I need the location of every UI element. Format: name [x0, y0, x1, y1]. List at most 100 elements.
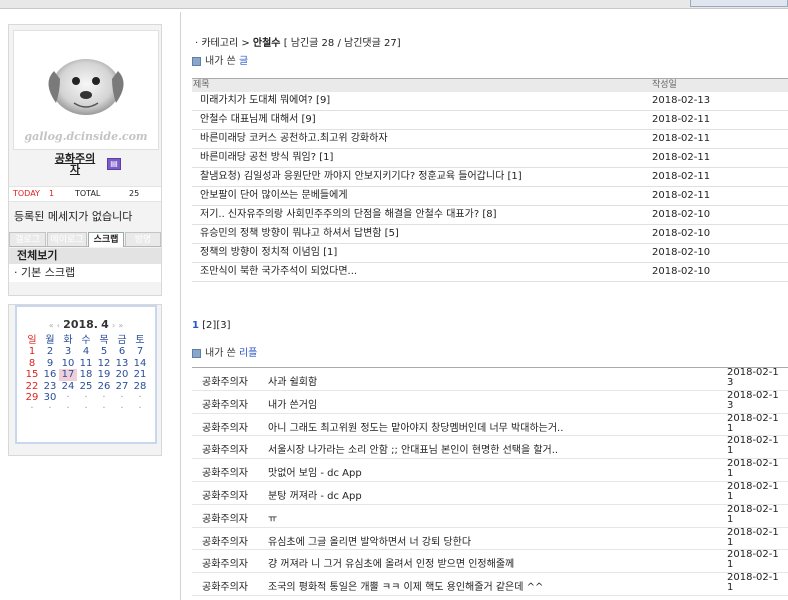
- calendar-day[interactable]: 24: [59, 381, 77, 392]
- calendar-day[interactable]: 16: [41, 369, 59, 380]
- pager: 1 [2][3]: [192, 320, 230, 331]
- table-row: 공화주의자 분탕 꺼져라 - dc App 2018-02-11: [192, 480, 788, 505]
- reply-content-link[interactable]: ㅠ: [268, 510, 277, 525]
- calendar-year: 2018.: [63, 318, 98, 331]
- next-month-button[interactable]: ›: [112, 321, 115, 330]
- calendar-day[interactable]: 20: [113, 369, 131, 380]
- reply-content-link[interactable]: 맛없어 보임 - dc App: [268, 464, 362, 479]
- post-title-link[interactable]: 바른미래당 공천 방식 뭐임? [1]: [200, 149, 333, 167]
- post-title-link[interactable]: 유승민의 정책 방향이 뭐냐고 하셔서 답변함 [5]: [200, 225, 399, 243]
- calendar-day[interactable]: 18: [77, 369, 95, 380]
- calendar-day[interactable]: 19: [95, 369, 113, 380]
- calendar-empty-day: ·: [30, 403, 34, 415]
- post-title-link[interactable]: 조만식이 북한 국가주석이 되었다면...: [200, 263, 357, 281]
- reply-author: 공화주의자: [202, 490, 248, 502]
- tab-scrap[interactable]: 스크랩: [88, 232, 124, 247]
- reply-content-link[interactable]: 유심초에 그글 올리면 발악하면서 너 강퇴 당한다: [268, 533, 471, 548]
- reply-content-link[interactable]: 서울시장 나가라는 소리 안함 ;; 안대표님 본인이 현명한 선택을 할거..: [268, 441, 558, 456]
- tab-guestbook[interactable]: 방명: [125, 232, 161, 246]
- posts-header-date: 작성일: [652, 80, 677, 90]
- calendar-month: 4: [101, 318, 109, 331]
- visit-stats: TODAY 1 TOTAL 25: [9, 186, 161, 202]
- post-title-link[interactable]: 바른미래당 코커스 공천하고.최고위 강화하자: [200, 130, 388, 148]
- calendar-day[interactable]: 21: [131, 369, 149, 380]
- posts-rows: 미래가치가 도대체 뭐에여? [9] 2018-02-13 안철수 대표님께 대해서…: [192, 92, 788, 282]
- reply-content-link[interactable]: 조국의 평화적 통일은 개뿔 ㅋㅋ 이제 핵도 용인해줄거 같은데 ^^: [268, 578, 543, 593]
- calendar-day[interactable]: 3: [59, 346, 77, 357]
- table-row: 공화주의자 조국의 평화적 통일은 개뿔 ㅋㅋ 이제 핵도 용인해줄거 같은데 ^…: [192, 573, 788, 596]
- reply-content-link[interactable]: 내가 쓴거임: [268, 396, 317, 411]
- today-label: TODAY: [13, 189, 40, 198]
- calendar-day[interactable]: 29: [23, 392, 41, 403]
- calendar-day[interactable]: 30: [41, 392, 59, 403]
- tab-maylog[interactable]: 메이로그: [47, 232, 87, 246]
- table-row: 공화주의자 서울시장 나가라는 소리 안함 ;; 안대표님 본인이 현명한 선택을…: [192, 435, 788, 460]
- status-message: 등록된 메세지가 없습니다: [14, 210, 133, 223]
- calendar-empty-day: ·: [48, 403, 52, 415]
- pager-current[interactable]: 1: [192, 320, 199, 331]
- profile-photo: gallog.dcinside.com: [13, 30, 159, 150]
- calendar-day[interactable]: 12: [95, 358, 113, 369]
- post-title-link[interactable]: 미래가치가 도대체 뭐에여? [9]: [200, 92, 330, 110]
- post-date: 2018-02-11: [652, 114, 711, 125]
- calendar-day[interactable]: 7: [131, 346, 149, 357]
- calendar-day[interactable]: 5: [95, 346, 113, 357]
- post-title-link[interactable]: 안철수 대표님께 대해서 [9]: [200, 111, 316, 129]
- prev-year-button[interactable]: «: [49, 321, 54, 330]
- post-title-link[interactable]: 저기.. 신자유주의랑 사회민주주의의 단점을 해결을 안철수 대표가? [8]: [200, 206, 496, 224]
- nickname-link[interactable]: 공화주의자: [53, 153, 97, 175]
- calendar-week-row: 29 30 · · · · ·: [23, 392, 149, 403]
- calendar-day[interactable]: 15: [23, 369, 41, 380]
- calendar-day[interactable]: 17: [59, 369, 77, 381]
- calendar-week-row: 22 23 24 25 26 27 28: [23, 381, 149, 392]
- tab-gallog[interactable]: 갤로그: [9, 232, 46, 246]
- calendar-day[interactable]: 6: [113, 346, 131, 357]
- breadcrumb-counts: [ 남긴글 28 / 남긴댓글 27]: [280, 38, 401, 49]
- scrap-basic-link[interactable]: · 기본 스크랩: [9, 264, 161, 282]
- calendar-day[interactable]: 25: [77, 381, 95, 392]
- reply-author: 공화주의자: [202, 582, 248, 594]
- calendar-day[interactable]: 11: [77, 358, 95, 369]
- calendar-day[interactable]: 1: [23, 346, 41, 357]
- breadcrumb-category[interactable]: 안철수: [253, 38, 281, 49]
- reply-date: 2018-02-11: [727, 480, 779, 502]
- prev-month-button[interactable]: ‹: [57, 321, 60, 330]
- post-date: 2018-02-11: [652, 171, 711, 182]
- pager-others[interactable]: [2][3]: [199, 320, 230, 331]
- calendar-day[interactable]: 4: [77, 346, 95, 357]
- reply-date: 2018-02-11: [727, 572, 779, 594]
- reply-date: 2018-02-11: [727, 458, 779, 480]
- today-count: 1: [49, 189, 55, 198]
- reply-content-link[interactable]: 걍 꺼져라 니 그거 유심초에 올려서 인정 받으면 인정해줄께: [268, 555, 514, 570]
- calendar-day[interactable]: 22: [23, 381, 41, 392]
- post-title-link[interactable]: 정책의 방향이 정치적 이념임 [1]: [200, 244, 337, 262]
- post-title-link[interactable]: 안보팔이 단어 많이쓰는 문베들에게: [200, 187, 348, 205]
- calendar-day[interactable]: 8: [23, 358, 41, 369]
- reply-date: 2018-02-11: [727, 435, 779, 457]
- reply-author: 공화주의자: [202, 536, 248, 548]
- calendar-day[interactable]: 26: [95, 381, 113, 392]
- calendar-header: « ‹ 2018. 4 › »: [17, 318, 155, 331]
- reply-content-link[interactable]: 사과 쉴회함: [268, 373, 317, 388]
- message-icon[interactable]: ▤: [107, 158, 121, 170]
- reply-content-link[interactable]: 분탕 꺼져라 - dc App: [268, 487, 362, 502]
- calendar-week-row: 1234567: [23, 346, 149, 357]
- calendar-day[interactable]: 23: [41, 381, 59, 392]
- calendar-day[interactable]: 9: [41, 358, 59, 369]
- section-bullet-icon: [192, 56, 201, 66]
- table-row: 공화주의자 아니 그래도 최고위원 정도는 맡아야지 창당멤버인데 너무 박대하는…: [192, 413, 788, 437]
- post-title-link[interactable]: 찰냄요청) 김일성과 응원단만 까야지 안보지키기다? 정훈교육 들어갑니다 […: [200, 168, 522, 186]
- post-date: 2018-02-10: [652, 247, 711, 258]
- table-row: 공화주의자 맛없어 보임 - dc App 2018-02-11: [192, 459, 788, 482]
- calendar-day[interactable]: 27: [113, 381, 131, 392]
- table-row: 공화주의자 걍 꺼져라 니 그거 유심초에 올려서 인정 받으면 인정해줄께 201…: [192, 550, 788, 574]
- next-year-button[interactable]: »: [118, 321, 123, 330]
- calendar-day[interactable]: 28: [131, 381, 149, 392]
- calendar-day[interactable]: 14: [131, 358, 149, 369]
- reply-content-link[interactable]: 아니 그래도 최고위원 정도는 맡아야지 창당멤버인데 너무 박대하는거..: [268, 419, 563, 434]
- calendar-day[interactable]: 2: [41, 346, 59, 357]
- calendar-day[interactable]: 13: [113, 358, 131, 369]
- top-bar-button[interactable]: [690, 0, 788, 7]
- calendar-day[interactable]: 10: [59, 358, 77, 369]
- scrap-all-link[interactable]: 전체보기: [9, 248, 161, 264]
